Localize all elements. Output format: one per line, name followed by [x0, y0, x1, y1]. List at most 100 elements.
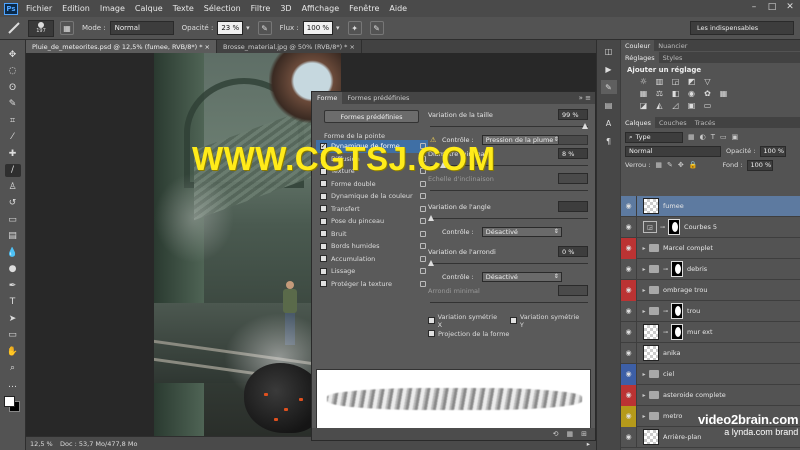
new-preset-icon[interactable]: ⊞ — [581, 430, 587, 438]
brush-size-picker[interactable]: 197 — [28, 19, 54, 37]
eye-icon[interactable]: ◉ — [621, 342, 637, 364]
levels-icon[interactable]: ▥ — [655, 77, 664, 86]
brush-tip-shape-item[interactable]: Forme de la pointe — [316, 132, 428, 140]
pressure-size-icon[interactable]: ✎ — [369, 21, 384, 35]
tab-nuancier[interactable]: Nuancier — [654, 40, 691, 51]
stamp-tool-icon[interactable]: ♙ — [5, 180, 21, 193]
eye-icon[interactable]: ◉ — [621, 300, 637, 322]
setting-noise[interactable]: Bruit — [316, 228, 428, 241]
chevron-right-icon[interactable]: ▸ — [639, 392, 649, 399]
crop-tool-icon[interactable]: ⌗ — [5, 114, 21, 127]
airbrush-icon[interactable]: ✦ — [347, 21, 362, 35]
flow-field[interactable]: 100 % — [302, 21, 334, 35]
character-panel-icon[interactable]: A — [601, 116, 617, 130]
chevron-right-icon[interactable]: ▸ — [639, 371, 649, 378]
posterize-icon[interactable]: ◭ — [655, 101, 664, 110]
tab-reglages[interactable]: Réglages — [621, 52, 659, 63]
checkbox-icon[interactable] — [320, 242, 327, 250]
tab-formes-predefinies[interactable]: Formes prédéfinies — [342, 92, 414, 104]
checkbox-icon[interactable] — [320, 180, 327, 188]
fill-field[interactable]: 100 % — [747, 159, 774, 171]
eye-icon[interactable]: ◉ — [621, 384, 637, 406]
setting-protect-texture[interactable]: Protéger la texture — [316, 278, 428, 291]
type-tool-icon[interactable]: T — [5, 296, 21, 309]
setting-build-up[interactable]: Accumulation — [316, 253, 428, 266]
layer-row[interactable]: ◉ ▸ Marcel complet — [621, 237, 800, 259]
slider-knob-icon[interactable] — [582, 123, 588, 129]
checkbox-icon[interactable] — [320, 205, 327, 213]
presets-button[interactable]: Formes prédéfinies — [324, 110, 419, 123]
eye-icon[interactable]: ◉ — [621, 321, 637, 343]
workspace-select[interactable]: Les indispensables — [690, 21, 794, 35]
lock-icon[interactable] — [420, 218, 426, 224]
filter-shape-icon[interactable]: ▭ — [720, 133, 727, 141]
checkbox-icon[interactable] — [510, 317, 517, 324]
opacity-field[interactable]: 23 % — [217, 21, 244, 35]
setting-brush-pose[interactable]: Pose du pinceau — [316, 215, 428, 228]
opacity-arrow-icon[interactable]: ▾ — [246, 24, 250, 32]
layer-filter-select[interactable]: ⌕ Type — [625, 131, 683, 143]
size-jitter-slider[interactable] — [428, 123, 592, 130]
lock-all-icon[interactable]: 🔒 — [689, 161, 698, 169]
menu-filtre[interactable]: Filtre — [251, 4, 271, 13]
brush-tool-icon-active[interactable]: / — [4, 163, 21, 177]
layer-opacity-field[interactable]: 100 % — [760, 145, 787, 157]
layer-row[interactable]: ◉ ▸ ⊸ trou — [621, 300, 800, 322]
channel-mixer-icon[interactable]: ✿ — [703, 89, 712, 98]
roundness-jitter-slider[interactable] — [428, 260, 592, 267]
eye-icon[interactable]: ◉ — [621, 426, 637, 448]
setting-smoothing[interactable]: Lissage — [316, 265, 428, 278]
menu-3d[interactable]: 3D — [280, 4, 291, 13]
lock-icon[interactable] — [420, 205, 426, 212]
lasso-tool-icon[interactable]: ʘ — [5, 81, 21, 94]
invert-icon[interactable]: ◪ — [639, 101, 648, 110]
menu-texte[interactable]: Texte — [173, 4, 194, 13]
tab-couches[interactable]: Couches — [655, 117, 691, 128]
doc-tab-brosse[interactable]: Brosse_material.jpg @ 50% (RVB/8*) * × — [217, 40, 362, 53]
lock-transparent-icon[interactable]: ▦ — [655, 161, 662, 169]
layer-row[interactable]: ◉ fumee — [621, 195, 800, 217]
layer-row[interactable]: ◉ ▸ asteroide complete — [621, 384, 800, 406]
eye-icon[interactable]: ◉ — [621, 237, 637, 259]
black-white-icon[interactable]: ◧ — [671, 89, 680, 98]
filter-smart-icon[interactable]: ▣ — [732, 133, 739, 141]
brightness-icon[interactable]: ☼ — [639, 77, 648, 86]
menu-fichier[interactable]: Fichier — [26, 4, 52, 13]
pressure-opacity-icon[interactable]: ✎ — [257, 21, 272, 35]
quick-select-tool-icon[interactable]: ✎ — [5, 98, 21, 111]
lock-pixels-icon[interactable]: ✎ — [667, 161, 673, 169]
eye-icon[interactable]: ◉ — [621, 216, 637, 238]
eye-icon[interactable]: ◉ — [621, 195, 637, 217]
more-tools-icon[interactable]: … — [5, 378, 21, 391]
brush-presets-icon[interactable]: ▤ — [601, 98, 617, 112]
slider-knob-icon[interactable] — [428, 215, 434, 221]
projection-checkbox[interactable]: Projection de la forme — [428, 330, 509, 338]
chevron-right-icon[interactable]: ▸ — [639, 287, 649, 294]
brush-panel-icon[interactable]: ✎ — [600, 80, 617, 94]
paragraph-panel-icon[interactable]: ¶ — [601, 134, 617, 148]
chevron-right-icon[interactable]: ▸ — [639, 413, 649, 420]
history-panel-icon[interactable]: ◫ — [601, 44, 617, 58]
min-diameter-field[interactable]: 8 % — [558, 148, 588, 159]
lock-icon[interactable] — [420, 243, 426, 249]
minimize-icon[interactable]: – — [748, 2, 760, 12]
checkbox-icon[interactable] — [428, 330, 435, 337]
chevron-right-icon[interactable]: ▸ — [639, 266, 649, 273]
eye-icon[interactable]: ◉ — [621, 363, 637, 385]
blur-tool-icon[interactable]: 💧 — [5, 246, 21, 259]
lock-icon[interactable] — [420, 180, 426, 187]
eyedropper-tool-icon[interactable]: ⁄ — [5, 131, 21, 144]
menu-aide[interactable]: Aide — [389, 4, 407, 13]
foreground-color-swatch[interactable] — [4, 396, 15, 407]
healing-tool-icon[interactable]: ✚ — [5, 147, 21, 160]
toggle-preview-icon[interactable]: ⟲ — [553, 430, 559, 438]
brush-tool-icon[interactable] — [6, 20, 22, 36]
chevron-right-icon[interactable]: ▸ — [639, 308, 649, 315]
filter-type-icon[interactable]: T — [711, 133, 715, 141]
layer-row[interactable]: ◉ ▸ ciel — [621, 363, 800, 385]
layer-row[interactable]: ◉ ▸ ⊸ debris — [621, 258, 800, 280]
color-balance-icon[interactable]: ⚖ — [655, 89, 664, 98]
checkbox-icon[interactable] — [320, 255, 327, 263]
hand-tool-icon[interactable]: ✋ — [5, 345, 21, 358]
dodge-tool-icon[interactable]: ● — [5, 263, 21, 276]
